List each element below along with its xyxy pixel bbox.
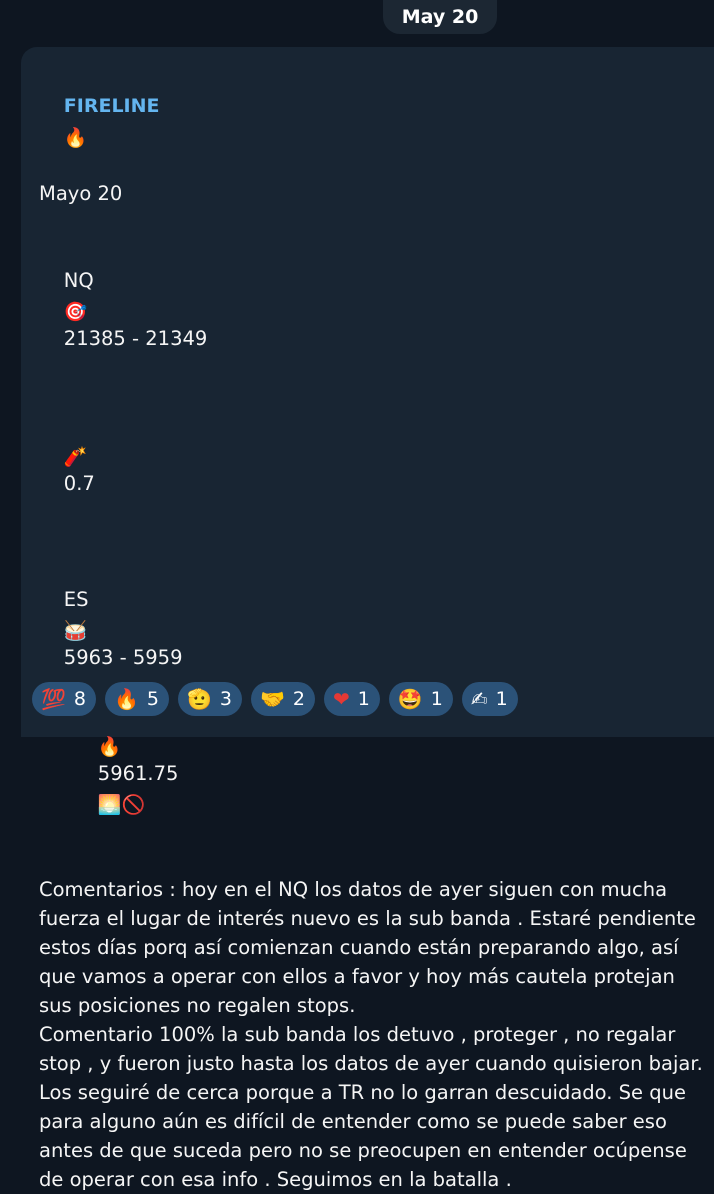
target-icon: 🎯 bbox=[63, 301, 88, 323]
reaction-count: 1 bbox=[495, 688, 508, 710]
fire-line: 🔥 5961.75 🌅🚫 bbox=[39, 701, 709, 846]
date-separator: May 20 bbox=[383, 0, 497, 34]
writing-hand-icon: ✍ bbox=[470, 687, 488, 711]
fire-icon: 🔥 bbox=[114, 687, 139, 711]
salute-icon: 🫡 bbox=[187, 687, 212, 711]
message-content: FIRELINE 🔥 Mayo 20 NQ 🎯 21385 - 21349 🧨 … bbox=[39, 62, 709, 1194]
nq-label: NQ bbox=[63, 269, 94, 292]
es-line: ES 🥁 5963 - 5959 bbox=[39, 556, 709, 701]
heart-icon: ❤ bbox=[333, 687, 350, 711]
drum-icon: 🥁 bbox=[63, 620, 88, 642]
es-value: 5963 - 5959 bbox=[63, 646, 183, 669]
reaction-writing-hand[interactable]: ✍ 1 bbox=[461, 682, 518, 716]
dynamite-value: 0.7 bbox=[63, 472, 95, 495]
reaction-star-struck[interactable]: 🤩 1 bbox=[388, 682, 453, 716]
comment-paragraph-2: Comentario 100% la sub banda los detuvo … bbox=[39, 1023, 703, 1191]
hundred-icon: 💯 bbox=[41, 687, 66, 711]
reaction-count: 5 bbox=[146, 688, 159, 710]
reaction-count: 8 bbox=[73, 688, 86, 710]
comment-paragraph-1: Comentarios : hoy en el NQ los datos de … bbox=[39, 878, 696, 1017]
fire-icon: 🔥 bbox=[97, 736, 122, 758]
sender-line: FIRELINE 🔥 bbox=[39, 62, 709, 179]
reaction-fire[interactable]: 🔥 5 bbox=[105, 682, 169, 716]
handshake-icon: 🤝 bbox=[260, 687, 285, 711]
reaction-count: 1 bbox=[357, 688, 370, 710]
reaction-heart[interactable]: ❤ 1 bbox=[324, 682, 380, 716]
sunset-icon: 🌅 bbox=[97, 794, 122, 816]
reactions-bar: 💯 8 🔥 5 🫡 3 🤝 2 ❤ 1 🤩 1 ✍ 1 bbox=[32, 682, 518, 716]
reaction-hundred[interactable]: 💯 8 bbox=[32, 682, 96, 716]
sender-name[interactable]: FIRELINE bbox=[64, 95, 160, 117]
reaction-salute[interactable]: 🫡 3 bbox=[178, 682, 242, 716]
no-entry-icon: 🚫 bbox=[121, 794, 146, 816]
reaction-count: 3 bbox=[219, 688, 232, 710]
reaction-handshake[interactable]: 🤝 2 bbox=[251, 682, 315, 716]
reaction-count: 2 bbox=[292, 688, 305, 710]
es-label: ES bbox=[63, 588, 89, 611]
dynamite-line: 🧨 0.7 bbox=[39, 411, 709, 527]
nq-value: 21385 - 21349 bbox=[63, 327, 208, 350]
nq-line: NQ 🎯 21385 - 21349 bbox=[39, 237, 709, 382]
reaction-count: 1 bbox=[430, 688, 443, 710]
fire-icon: 🔥 bbox=[63, 127, 88, 149]
fire-value: 5961.75 bbox=[97, 762, 179, 785]
dynamite-icon: 🧨 bbox=[63, 446, 88, 468]
star-struck-icon: 🤩 bbox=[397, 687, 423, 711]
message-date: Mayo 20 bbox=[39, 182, 123, 205]
